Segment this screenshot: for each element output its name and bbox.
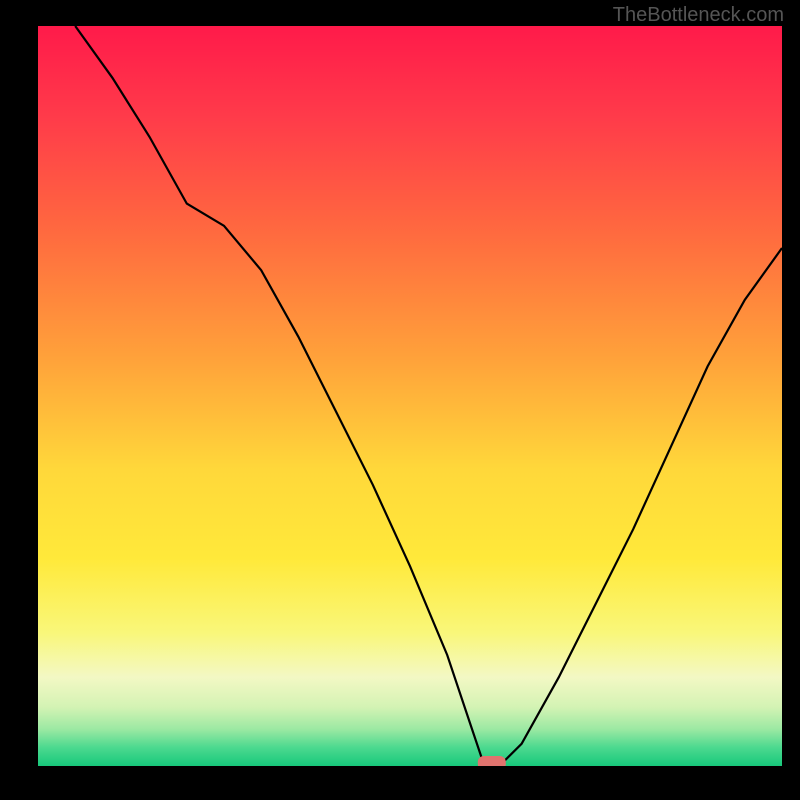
chart-frame [38, 26, 782, 766]
watermark-text: TheBottleneck.com [613, 4, 784, 27]
bottleneck-chart [38, 26, 782, 766]
optimal-marker [478, 756, 506, 766]
